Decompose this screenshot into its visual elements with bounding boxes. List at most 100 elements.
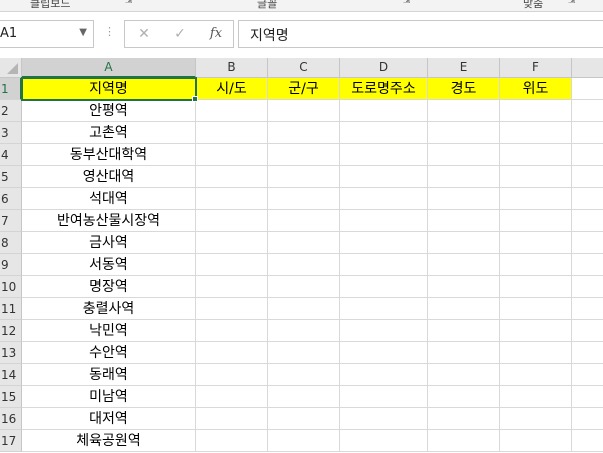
cell-a2[interactable]: 안평역 [22, 100, 196, 122]
cell-b11[interactable] [196, 298, 268, 320]
cell-d3[interactable] [340, 122, 428, 144]
cell-d5[interactable] [340, 166, 428, 188]
cell-g15[interactable] [572, 386, 603, 408]
row-header-1[interactable]: 1 [0, 78, 22, 100]
cell-e17[interactable] [428, 430, 500, 452]
column-header-f[interactable]: F [500, 58, 572, 78]
cell-g9[interactable] [572, 254, 603, 276]
cell-f7[interactable] [500, 210, 572, 232]
cell-d6[interactable] [340, 188, 428, 210]
alignment-launcher-icon[interactable]: ⇲ [568, 0, 576, 6]
row-header-11[interactable]: 11 [0, 298, 22, 320]
name-box[interactable]: A1 ▼ [0, 20, 94, 48]
enter-icon[interactable]: ✓ [169, 24, 191, 44]
cell-c6[interactable] [268, 188, 340, 210]
cell-d13[interactable] [340, 342, 428, 364]
row-header-17[interactable]: 17 [0, 430, 22, 452]
cell-a7[interactable]: 반여농산물시장역 [22, 210, 196, 232]
cell-a4[interactable]: 동부산대학역 [22, 144, 196, 166]
font-launcher-icon[interactable]: ⇲ [403, 0, 411, 6]
row-header-6[interactable]: 6 [0, 188, 22, 210]
cell-a17[interactable]: 체육공원역 [22, 430, 196, 452]
cell-d7[interactable] [340, 210, 428, 232]
cell-e8[interactable] [428, 232, 500, 254]
more-options-icon[interactable]: ⋮ [104, 25, 115, 38]
cell-c11[interactable] [268, 298, 340, 320]
cell-f1[interactable]: 위도 [500, 78, 572, 100]
select-all-button[interactable] [0, 58, 22, 78]
formula-input[interactable]: 지역명 [238, 20, 603, 48]
cell-c3[interactable] [268, 122, 340, 144]
cell-c12[interactable] [268, 320, 340, 342]
cell-a15[interactable]: 미남역 [22, 386, 196, 408]
chevron-down-icon[interactable]: ▼ [79, 27, 87, 38]
cell-e6[interactable] [428, 188, 500, 210]
cell-g16[interactable] [572, 408, 603, 430]
row-header-2[interactable]: 2 [0, 100, 22, 122]
row-header-10[interactable]: 10 [0, 276, 22, 298]
cell-e15[interactable] [428, 386, 500, 408]
cell-b13[interactable] [196, 342, 268, 364]
cell-b16[interactable] [196, 408, 268, 430]
cell-g7[interactable] [572, 210, 603, 232]
cell-e1[interactable]: 경도 [428, 78, 500, 100]
cell-b10[interactable] [196, 276, 268, 298]
column-header-e[interactable]: E [428, 58, 500, 78]
cell-g6[interactable] [572, 188, 603, 210]
cell-f8[interactable] [500, 232, 572, 254]
row-header-5[interactable]: 5 [0, 166, 22, 188]
cell-a11[interactable]: 충렬사역 [22, 298, 196, 320]
cell-g13[interactable] [572, 342, 603, 364]
cell-c15[interactable] [268, 386, 340, 408]
cell-e2[interactable] [428, 100, 500, 122]
cell-f3[interactable] [500, 122, 572, 144]
cell-f5[interactable] [500, 166, 572, 188]
cell-c13[interactable] [268, 342, 340, 364]
cell-b2[interactable] [196, 100, 268, 122]
cell-f17[interactable] [500, 430, 572, 452]
cell-c14[interactable] [268, 364, 340, 386]
cell-c16[interactable] [268, 408, 340, 430]
cell-f4[interactable] [500, 144, 572, 166]
cell-g10[interactable] [572, 276, 603, 298]
cell-f2[interactable] [500, 100, 572, 122]
column-header-d[interactable]: D [340, 58, 428, 78]
cell-e14[interactable] [428, 364, 500, 386]
cell-e12[interactable] [428, 320, 500, 342]
cell-d4[interactable] [340, 144, 428, 166]
row-header-13[interactable]: 13 [0, 342, 22, 364]
cell-a9[interactable]: 서동역 [22, 254, 196, 276]
cell-d17[interactable] [340, 430, 428, 452]
cell-b12[interactable] [196, 320, 268, 342]
cell-e10[interactable] [428, 276, 500, 298]
cell-c5[interactable] [268, 166, 340, 188]
cell-d9[interactable] [340, 254, 428, 276]
cell-a12[interactable]: 낙민역 [22, 320, 196, 342]
cell-e13[interactable] [428, 342, 500, 364]
cell-c8[interactable] [268, 232, 340, 254]
cell-a13[interactable]: 수안역 [22, 342, 196, 364]
column-header-a[interactable]: A [22, 58, 196, 78]
cell-d16[interactable] [340, 408, 428, 430]
cell-g17[interactable] [572, 430, 603, 452]
row-header-7[interactable]: 7 [0, 210, 22, 232]
cell-f16[interactable] [500, 408, 572, 430]
cell-c7[interactable] [268, 210, 340, 232]
cell-b5[interactable] [196, 166, 268, 188]
cell-c4[interactable] [268, 144, 340, 166]
cell-f11[interactable] [500, 298, 572, 320]
cell-g8[interactable] [572, 232, 603, 254]
cell-f9[interactable] [500, 254, 572, 276]
cell-a1[interactable]: 지역명 [21, 77, 197, 101]
cell-e3[interactable] [428, 122, 500, 144]
cell-b4[interactable] [196, 144, 268, 166]
cell-a6[interactable]: 석대역 [22, 188, 196, 210]
cell-a16[interactable]: 대저역 [22, 408, 196, 430]
cell-a3[interactable]: 고촌역 [22, 122, 196, 144]
fill-handle[interactable] [192, 96, 198, 102]
cell-b15[interactable] [196, 386, 268, 408]
row-header-4[interactable]: 4 [0, 144, 22, 166]
cell-a5[interactable]: 영산대역 [22, 166, 196, 188]
cell-b17[interactable] [196, 430, 268, 452]
cell-e11[interactable] [428, 298, 500, 320]
